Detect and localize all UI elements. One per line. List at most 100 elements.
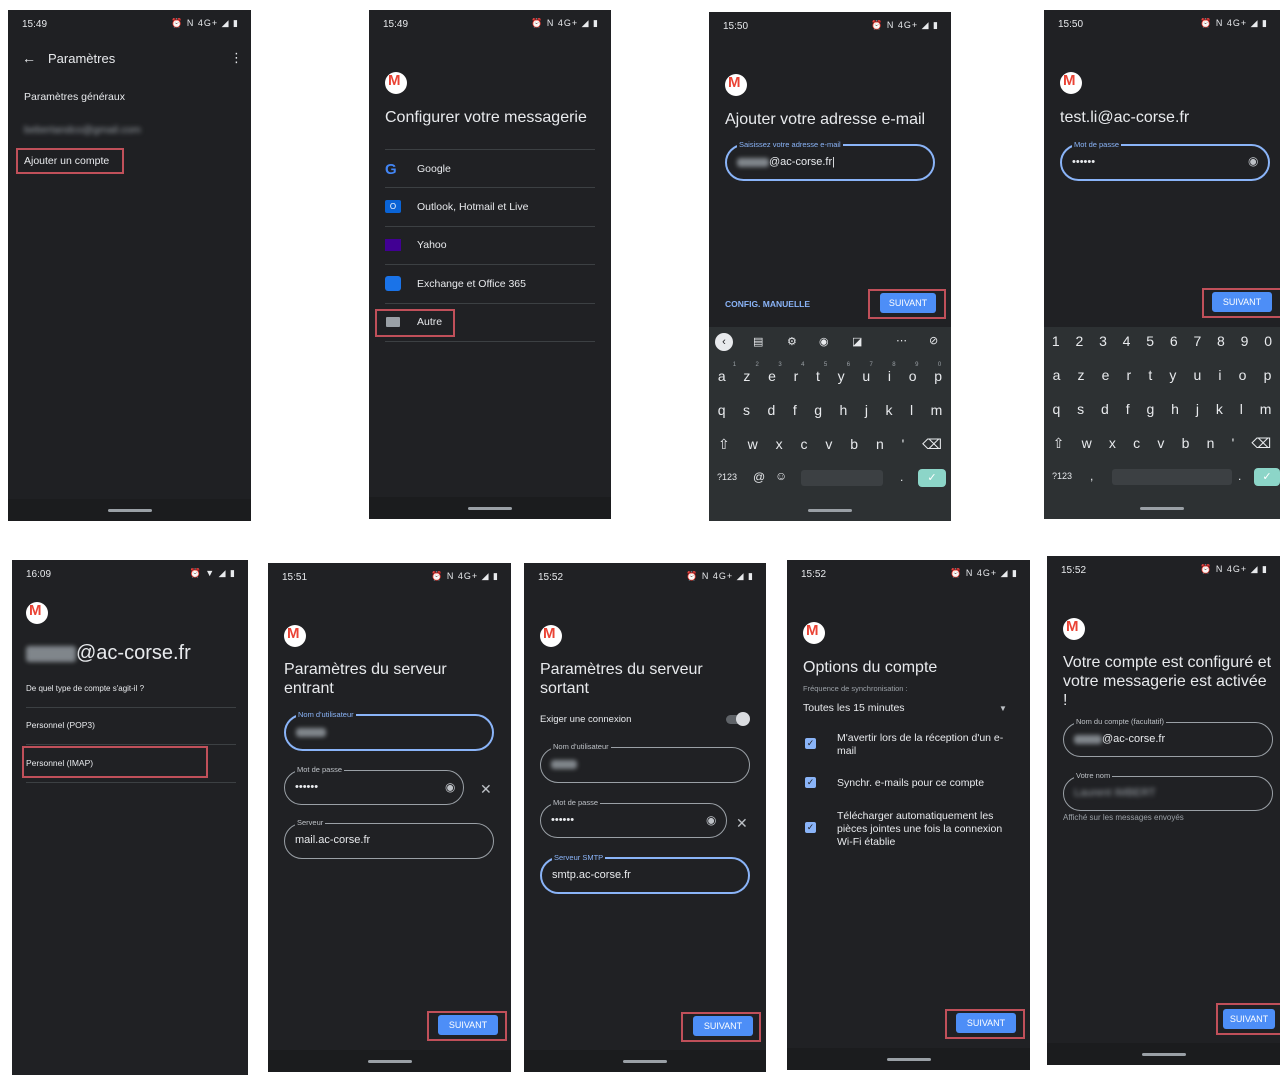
- highlight-box: [16, 148, 124, 174]
- status-time: 15:51: [282, 572, 308, 583]
- keyboard-row-2: qsdfghjklm: [717, 402, 943, 418]
- gmail-logo-icon: M: [1063, 618, 1085, 640]
- backspace-icon[interactable]: ⌫: [922, 436, 942, 453]
- notify-checkbox[interactable]: ✓: [805, 738, 816, 749]
- settings-icon[interactable]: ⚙: [787, 335, 797, 348]
- password-field[interactable]: Mot de passe •••••• ◉: [284, 765, 464, 805]
- eye-icon[interactable]: ◉: [445, 780, 455, 794]
- highlight-box: [868, 289, 946, 319]
- enter-key[interactable]: ✓: [1254, 468, 1280, 486]
- status-icons: ⏰ N 4G+ ◢ ▮: [871, 20, 939, 30]
- at-key[interactable]: @: [753, 470, 765, 484]
- highlight-box: [375, 309, 455, 337]
- provider-exchange[interactable]: Exchange et Office 365: [417, 278, 526, 290]
- name-hint: Affiché sur les messages envoyés: [1063, 813, 1184, 822]
- keyboard: ‹ ▤ ⚙ ◉ ◪ ⋯ ⊘ azertyuiop 1234567890 qsdf…: [709, 327, 951, 521]
- shift-icon[interactable]: ⇧: [1053, 435, 1065, 452]
- back-arrow-icon[interactable]: ←: [22, 50, 36, 66]
- period-key[interactable]: .: [900, 470, 903, 484]
- mic-off-icon[interactable]: ⊘: [929, 334, 938, 347]
- keyboard-row-1: azertyuiop: [717, 368, 942, 384]
- symbols-key[interactable]: ?123: [1052, 471, 1072, 481]
- keyboard-hints: 1234567890: [732, 362, 942, 368]
- home-pill[interactable]: [367, 1060, 412, 1063]
- username-field[interactable]: Nom d'utilisateur: [540, 742, 750, 783]
- resize-icon[interactable]: ◪: [852, 335, 862, 348]
- sync-frequency-select[interactable]: Toutes les 15 minutes: [803, 702, 905, 714]
- account-name-field[interactable]: Nom du compte (facultatif) @ac-corse.fr: [1063, 717, 1273, 757]
- clear-icon[interactable]: ✕: [736, 815, 748, 832]
- home-pill[interactable]: [1141, 1053, 1186, 1056]
- download-checkbox[interactable]: ✓: [805, 822, 816, 833]
- sync-checkbox[interactable]: ✓: [805, 777, 816, 788]
- status-time: 15:49: [383, 19, 409, 30]
- collapse-icon[interactable]: ‹: [715, 333, 733, 351]
- comma-key[interactable]: ,: [1090, 469, 1093, 483]
- home-pill[interactable]: [886, 1058, 931, 1061]
- keyboard-row-3: ⇧ w x c v b n ' ⌫: [717, 436, 942, 453]
- screen-settings: 15:49 ⏰ N 4G+ ◢ ▮ ← Paramètres ⋮ Paramètr…: [8, 10, 251, 521]
- smtp-server-field[interactable]: Serveur SMTP smtp.ac-corse.fr: [540, 853, 750, 894]
- manual-config-link[interactable]: CONFIG. MANUELLE: [725, 299, 810, 309]
- gmail-account-entry[interactable]: bebertandco@gmail.com: [24, 124, 141, 136]
- clear-icon[interactable]: ✕: [480, 781, 492, 798]
- screen-outgoing-server: 15:52 ⏰ N 4G+ ◢ ▮ M Paramètres du serveur…: [524, 563, 766, 1072]
- space-key[interactable]: [801, 470, 883, 486]
- page-title: Paramètres du serveur entrant: [284, 661, 447, 697]
- provider-yahoo[interactable]: Yahoo: [417, 239, 447, 251]
- gmail-logo-icon: M: [540, 625, 562, 647]
- gmail-logo-icon: M: [803, 622, 825, 644]
- nav-bar: [369, 497, 611, 519]
- eye-icon[interactable]: ◉: [1248, 154, 1258, 168]
- screen-account-type: 16:09 ⏰ ▼ ◢ ▮ M @ac-corse.fr De quel type…: [12, 560, 248, 1075]
- more-options-icon[interactable]: ⋮: [230, 50, 243, 66]
- status-icons: ⏰ N 4G+ ◢ ▮: [1200, 18, 1268, 28]
- require-login-toggle[interactable]: [726, 712, 750, 726]
- period-key[interactable]: .: [1238, 469, 1241, 483]
- home-pill[interactable]: [623, 1060, 667, 1063]
- exchange-icon: [385, 276, 401, 291]
- backspace-icon[interactable]: ⌫: [1252, 435, 1272, 452]
- option-pop3[interactable]: Personnel (POP3): [26, 720, 95, 730]
- keyboard-row-1: azertyuiop: [1052, 367, 1272, 383]
- home-pill[interactable]: [1140, 507, 1184, 510]
- highlight-box: [1202, 288, 1280, 318]
- password-field[interactable]: Mot de passe •••••• ◉: [1060, 140, 1270, 181]
- shift-icon[interactable]: ⇧: [718, 436, 730, 453]
- server-field[interactable]: Serveur mail.ac-corse.fr: [284, 818, 494, 859]
- outlook-icon: O: [385, 200, 401, 213]
- highlight-box: [22, 746, 208, 778]
- home-pill[interactable]: [468, 507, 512, 510]
- email-field[interactable]: Saisissez votre adresse e-mail @ac-corse…: [725, 140, 935, 181]
- clipboard-icon[interactable]: ▤: [753, 335, 763, 348]
- general-settings[interactable]: Paramètres généraux: [24, 91, 125, 103]
- account-type-question: De quel type de compte s'agit-il ?: [26, 684, 145, 693]
- nav-bar: [524, 1050, 766, 1072]
- emoji-icon[interactable]: ☺: [775, 469, 787, 483]
- gmail-logo-icon: M: [284, 625, 306, 647]
- highlight-box: [1216, 1003, 1280, 1035]
- password-field[interactable]: Mot de passe •••••• ◉: [540, 798, 727, 838]
- page-title: Paramètres du serveur sortant: [540, 661, 703, 697]
- sync-label: Synchr. e-mails pour ce compte: [837, 777, 985, 789]
- gmail-logo-icon: M: [26, 602, 48, 624]
- provider-outlook[interactable]: Outlook, Hotmail et Live: [417, 201, 528, 213]
- dropdown-arrow-icon[interactable]: ▼: [999, 704, 1007, 713]
- home-pill[interactable]: [808, 509, 852, 512]
- username-field[interactable]: Nom d'utilisateur: [284, 710, 494, 751]
- screen-password: 15:50 ⏰ N 4G+ ◢ ▮ M test.li@ac-corse.fr M…: [1044, 10, 1280, 519]
- enter-key[interactable]: ✓: [918, 469, 946, 487]
- nav-bar: [1047, 1043, 1280, 1065]
- provider-google[interactable]: Google: [417, 163, 451, 175]
- status-time: 15:49: [22, 19, 48, 30]
- home-pill[interactable]: [107, 509, 152, 512]
- eye-icon[interactable]: ◉: [706, 813, 716, 827]
- screen-account-configured: 15:52 ⏰ N 4G+ ◢ ▮ M Votre compte est conf…: [1047, 556, 1280, 1065]
- status-time: 15:52: [801, 569, 827, 580]
- your-name-field[interactable]: Votre nom Laurent IMBERT: [1063, 771, 1273, 811]
- palette-icon[interactable]: ◉: [819, 335, 829, 348]
- symbols-key[interactable]: ?123: [717, 472, 737, 482]
- more-icon[interactable]: ⋯: [896, 334, 907, 347]
- space-key[interactable]: [1112, 469, 1232, 485]
- gmail-logo-icon: M: [1060, 72, 1082, 94]
